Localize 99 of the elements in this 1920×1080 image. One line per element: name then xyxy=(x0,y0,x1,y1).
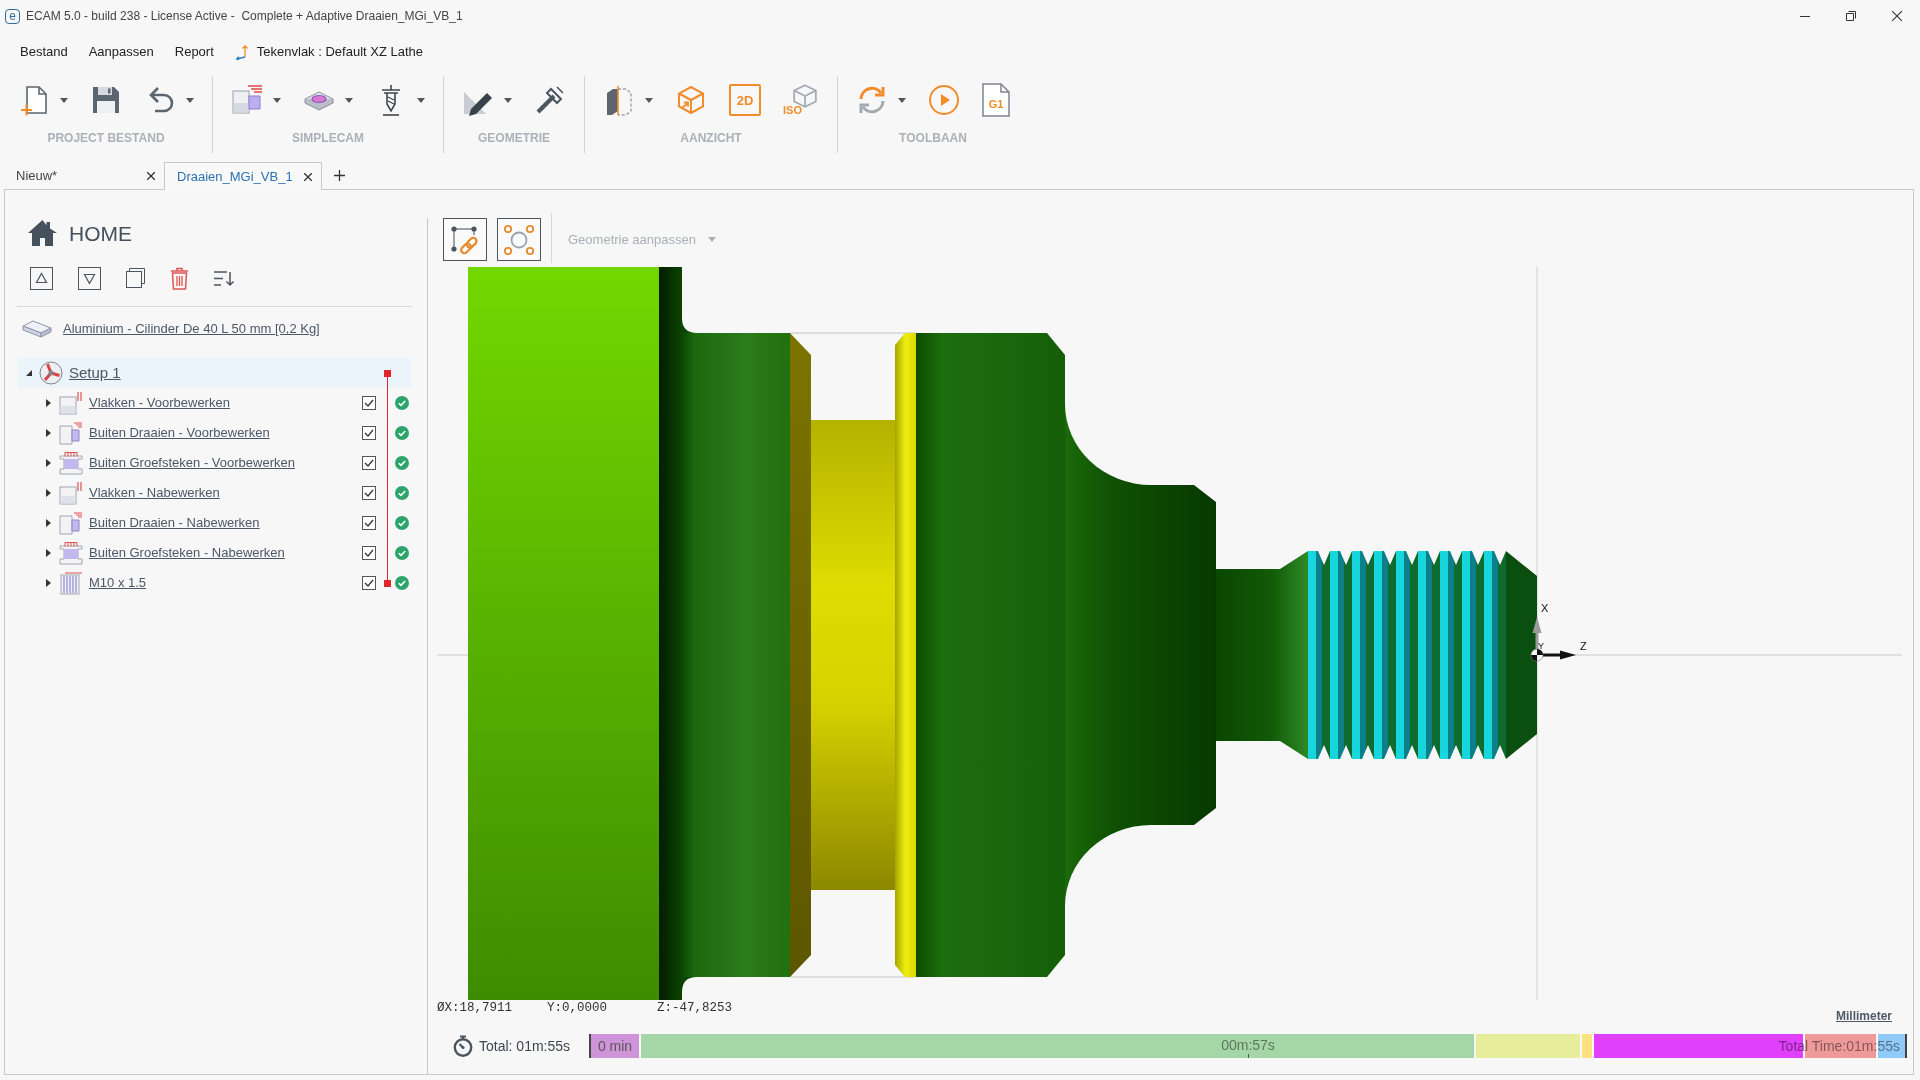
coordinate-readout: ØX:18,7911 xyxy=(437,1000,513,1016)
circle-points-icon xyxy=(503,223,535,256)
ribbon-group-label: TOOLBAAN xyxy=(899,130,967,146)
tree-item-label[interactable]: Buiten Draaien - Voorbewerken xyxy=(89,423,270,443)
tree-item-label[interactable]: Vlakken - Voorbewerken xyxy=(89,393,230,413)
caret-icon[interactable] xyxy=(504,97,512,103)
boxed-triangle-up-icon[interactable] xyxy=(30,266,53,290)
stepped-shaft-icon[interactable] xyxy=(231,84,263,116)
tree-row[interactable]: M10 x 1.5 xyxy=(18,568,411,598)
stepped-shaft-icon xyxy=(59,421,83,445)
point-select-button[interactable] xyxy=(497,218,541,261)
boxed-triangle-down-icon[interactable] xyxy=(78,266,101,290)
tree-row[interactable]: Vlakken - Nabewerken xyxy=(18,478,411,508)
tree-item-label[interactable]: Buiten Draaien - Nabewerken xyxy=(89,513,260,533)
caret-icon[interactable] xyxy=(186,97,194,103)
menu-item[interactable]: Aanpassen xyxy=(88,42,154,62)
tree-item-label[interactable]: M10 x 1.5 xyxy=(89,573,147,593)
menu-item[interactable]: Bestand xyxy=(20,42,68,62)
tree-row[interactable]: Buiten Groefsteken - Voorbewerken xyxy=(18,448,411,478)
timeline-segment: 0 min xyxy=(591,1034,639,1058)
axis-label: Y xyxy=(1538,641,1544,651)
coordinate-readout: Y:0,0000 xyxy=(547,1000,608,1016)
home-title: HOME xyxy=(69,222,132,244)
stopwatch-icon xyxy=(453,1035,473,1057)
save-icon[interactable] xyxy=(90,84,122,116)
checkbox[interactable] xyxy=(362,396,376,410)
caret-icon[interactable] xyxy=(345,97,353,103)
tick-mark xyxy=(1248,1054,1249,1058)
total-time-readout: Total: 01m:55s xyxy=(479,1036,572,1056)
sort-icon[interactable] xyxy=(214,269,234,287)
caret-right-icon[interactable] xyxy=(46,489,51,497)
face-block-icon xyxy=(59,391,83,415)
caret-right-icon[interactable] xyxy=(46,429,51,437)
chuck-icon xyxy=(39,361,63,385)
checkbox[interactable] xyxy=(362,546,376,560)
chain-link-icon xyxy=(449,223,481,256)
chain-select-button[interactable] xyxy=(443,218,487,261)
caret-icon[interactable] xyxy=(273,97,281,103)
caret-icon[interactable] xyxy=(898,97,906,103)
tree-row[interactable]: Buiten Draaien - Voorbewerken xyxy=(18,418,411,448)
stock-link[interactable]: Aluminium - Cilinder De 40 L 50 mm [0,2 Kg] xyxy=(63,319,320,339)
groove-icon xyxy=(59,541,83,565)
caret-right-icon[interactable] xyxy=(46,549,51,557)
tree-item-label[interactable]: Buiten Groefsteken - Nabewerken xyxy=(89,543,285,563)
copy-icon[interactable] xyxy=(126,268,145,288)
axis-triad-icon xyxy=(1530,617,1576,662)
tree-item-label[interactable]: Setup 1 xyxy=(69,361,121,385)
coordinate-readout: Z:-47,8253 xyxy=(657,1000,733,1016)
tree-row[interactable]: Vlakken - Voorbewerken xyxy=(18,388,411,418)
document-tab[interactable]: Nieuw* xyxy=(4,162,164,189)
app-logo: e xyxy=(5,8,20,24)
axis-label: X xyxy=(1541,602,1549,614)
checkbox[interactable] xyxy=(362,576,376,590)
caret-right-icon[interactable] xyxy=(46,459,51,467)
tree-row[interactable]: Buiten Groefsteken - Nabewerken xyxy=(18,538,411,568)
tree-row[interactable]: Setup 1 xyxy=(18,358,411,388)
elapsed-time-label: 00m:57s xyxy=(1221,1036,1275,1054)
home-icon[interactable] xyxy=(27,219,58,247)
menu-item[interactable]: Report xyxy=(174,42,214,62)
ribbon-group-label: AANZICHT xyxy=(680,130,742,146)
new-file-icon[interactable] xyxy=(18,84,50,116)
checkbox[interactable] xyxy=(362,486,376,500)
ribbon-group-label: SIMPLECAM xyxy=(292,130,364,146)
caret-right-icon[interactable] xyxy=(46,579,51,587)
ribbon-group-label: GEOMETRIE xyxy=(478,130,550,146)
stock-block-icon xyxy=(22,320,52,338)
close-icon[interactable] xyxy=(147,171,155,180)
groove-icon xyxy=(59,451,83,475)
caliper-icon[interactable] xyxy=(534,84,566,116)
checkbox[interactable] xyxy=(362,426,376,440)
thread-icon xyxy=(59,571,83,595)
face-block-icon xyxy=(59,481,83,505)
trash-icon[interactable] xyxy=(170,266,189,290)
minimize-icon[interactable] xyxy=(1800,15,1810,17)
ribbon-group-label: PROJECT BESTAND xyxy=(47,130,165,146)
cube-outline-icon xyxy=(792,84,818,108)
caret-icon[interactable] xyxy=(645,97,653,103)
caret-icon[interactable] xyxy=(60,97,68,103)
caret-icon xyxy=(707,237,716,242)
document-tab[interactable]: Draaien_MGi_VB_1 xyxy=(164,162,322,190)
stepped-shaft-icon xyxy=(59,511,83,535)
checkbox[interactable] xyxy=(362,456,376,470)
checkbox[interactable] xyxy=(362,516,376,530)
axis-label: Z xyxy=(1580,640,1587,652)
tree-item-label[interactable]: Vlakken - Nabewerken xyxy=(89,483,220,503)
caret-right-icon[interactable] xyxy=(46,399,51,407)
close-icon[interactable] xyxy=(1892,11,1902,21)
tree-item-label[interactable]: Buiten Groefsteken - Voorbewerken xyxy=(89,453,295,473)
caret-down-icon[interactable] xyxy=(26,370,32,376)
restore-icon[interactable] xyxy=(1846,11,1856,21)
units-link[interactable]: Millimeter xyxy=(1836,1008,1892,1024)
tree-row[interactable]: Buiten Draaien - Nabewerken xyxy=(18,508,411,538)
caret-right-icon[interactable] xyxy=(46,519,51,527)
caret-icon[interactable] xyxy=(417,97,425,103)
drawing-plane-menu[interactable]: Tekenvlak : Default XZ Lathe xyxy=(256,42,423,62)
plus-icon[interactable] xyxy=(334,170,345,181)
document-icon xyxy=(982,83,1010,117)
window-title: ECAM 5.0 - build 238 - License Active - Complete + Adaptive Draaien_MGi_VB_1 xyxy=(26,8,463,25)
close-icon[interactable] xyxy=(304,172,312,181)
